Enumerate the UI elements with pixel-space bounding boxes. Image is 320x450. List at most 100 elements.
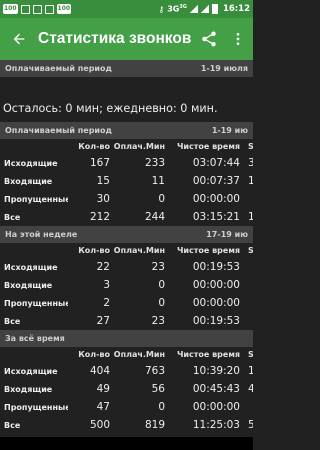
billing-period-header: Оплачиваемый период 1-19 июля [0, 60, 253, 77]
table-row: Входящие 3 0 00:00:00 [0, 276, 253, 294]
cell-count: 167 [89, 157, 110, 169]
row-label: Все [4, 316, 21, 326]
cell-paid-min: 23 [151, 315, 165, 327]
cell-paid-min: 0 [158, 401, 165, 413]
column-header: SI [248, 142, 253, 151]
table-row: Пропущенные 30 0 00:00:00 [0, 190, 253, 208]
more-vert-icon [236, 33, 240, 45]
cell-count: 30 [96, 193, 110, 205]
column-header: Чистое время [176, 142, 240, 151]
cell-count: 2 [103, 297, 110, 309]
section-header: Оплачиваемый период 1-19 ию [0, 122, 253, 139]
signal-icon [189, 5, 198, 13]
signal-icon-2 [200, 5, 209, 13]
cell-count: 22 [96, 261, 110, 273]
table-row: Входящие 15 11 00:07:37 1 [0, 172, 253, 190]
table-row: Входящие 49 56 00:45:43 4 [0, 380, 253, 398]
column-header: Кол-во [78, 246, 110, 255]
column-header-row: Кол-воОплач.Мин Чистое время SI [0, 139, 253, 154]
column-header: Оплач.Мин [113, 246, 165, 255]
table-row: Пропущенные 2 0 00:00:00 [0, 294, 253, 312]
row-label: Исходящие [4, 262, 58, 272]
share-icon [202, 31, 216, 47]
cell-net-time: 00:00:00 [192, 279, 240, 291]
cell-extra: 1 [248, 211, 253, 223]
statistics-content[interactable]: Оплачиваемый период 1-19 июля Осталось: … [0, 60, 253, 437]
table-row: Исходящие 404 763 10:39:20 1 [0, 362, 253, 380]
back-button[interactable] [0, 18, 38, 60]
cell-count: 27 [96, 315, 110, 327]
cell-net-time: 00:07:37 [192, 175, 240, 187]
cell-extra: 3 [248, 157, 253, 169]
arrow-left-icon [13, 33, 25, 45]
table-row: Исходящие 167 233 03:07:44 3 [0, 154, 253, 172]
section-label: За всё время [5, 334, 65, 343]
section-range: 17-19 ию [206, 230, 248, 239]
app-bar: Статистика звонков [0, 18, 253, 60]
column-header-row: Кол-воОплач.Мин Чистое время SI [0, 243, 253, 258]
cell-count: 3 [103, 279, 110, 291]
cell-net-time: 10:39:20 [192, 365, 240, 377]
row-label: Исходящие [4, 158, 58, 168]
cell-net-time: 00:00:00 [192, 297, 240, 309]
table-row: Пропущенные 47 0 00:00:00 [0, 398, 253, 416]
row-label: Пропущенные [4, 194, 68, 204]
section-label: Оплачиваемый период [5, 126, 112, 135]
column-header: Кол-во [78, 350, 110, 359]
column-header: Чистое время [176, 246, 240, 255]
table-row: Все 212 244 03:15:21 1 [0, 208, 253, 226]
row-label: Входящие [4, 176, 53, 186]
more-options-button[interactable] [223, 18, 253, 60]
cell-count: 47 [96, 401, 110, 413]
cell-net-time: 00:00:00 [192, 401, 240, 413]
row-label: Пропущенные [4, 402, 68, 412]
chart-icon [44, 4, 54, 14]
cell-paid-min: 56 [151, 383, 165, 395]
row-label: Все [4, 420, 21, 430]
cell-paid-min: 0 [158, 297, 165, 309]
cell-count: 212 [89, 211, 110, 223]
cell-net-time: 00:45:43 [192, 383, 240, 395]
column-header: Оплач.Мин [113, 142, 165, 151]
key-icon: ⚷ [158, 4, 165, 14]
cell-extra: 1 [248, 175, 253, 187]
network-indicator: 3G3G [167, 4, 187, 14]
remaining-minutes-text: Осталось: 0 мин; ежедневно: 0 мин. [3, 102, 218, 115]
section-header: На этой неделе 17-19 ию [0, 226, 253, 243]
cell-count: 15 [96, 175, 110, 187]
navigation-bar [0, 437, 253, 450]
column-header: SI [248, 350, 253, 359]
cell-net-time: 11:25:03 [192, 419, 240, 431]
cell-paid-min: 763 [144, 365, 165, 377]
screenshot-icon [20, 4, 30, 14]
cell-paid-min: 23 [151, 261, 165, 273]
column-header: SI [248, 246, 253, 255]
row-label: Пропущенные [4, 298, 68, 308]
cell-paid-min: 0 [158, 193, 165, 205]
cell-net-time: 03:07:44 [192, 157, 240, 169]
section-label: На этой неделе [5, 230, 78, 239]
cell-paid-min: 11 [151, 175, 165, 187]
column-header: Кол-во [78, 142, 110, 151]
cell-count: 49 [96, 383, 110, 395]
status-bar: 100 100 ⚷ 3G3G 16:12 [0, 0, 253, 18]
column-header: Оплач.Мин [113, 350, 165, 359]
cell-net-time: 00:00:00 [192, 193, 240, 205]
share-button[interactable] [195, 18, 223, 60]
row-label: Входящие [4, 280, 53, 290]
table-row: Все 27 23 00:19:53 [0, 312, 253, 330]
cell-paid-min: 233 [144, 157, 165, 169]
notification-count-icon: 100 [56, 4, 72, 14]
row-label: Исходящие [4, 366, 58, 376]
cell-extra: 4 [248, 383, 253, 395]
gallery-icon [32, 4, 42, 14]
cell-paid-min: 819 [144, 419, 165, 431]
row-label: Все [4, 212, 21, 222]
cell-paid-min: 0 [158, 279, 165, 291]
sections-container: Оплачиваемый период 1-19 ию Кол-во Оплач.Ми… [0, 122, 253, 434]
cell-net-time: 03:15:21 [192, 211, 240, 223]
section-range: 1-19 ию [211, 126, 248, 135]
cell-extra: 1 [248, 365, 253, 377]
page-title: Статистика звонков [38, 30, 192, 47]
column-header: Чистое время [176, 350, 240, 359]
